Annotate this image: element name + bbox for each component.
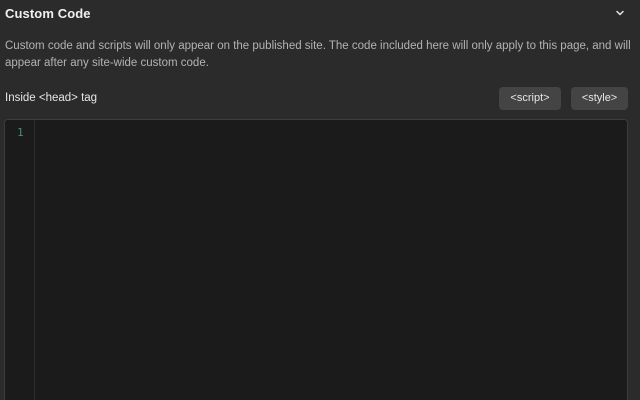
custom-code-panel: Custom Code Custom code and scripts will… xyxy=(0,0,640,400)
insert-script-button[interactable]: <script> xyxy=(499,87,561,110)
section-title: Custom Code xyxy=(5,5,91,21)
head-code-toolbar: Inside <head> tag <script> <style> xyxy=(0,87,640,111)
line-number-gutter: 1 xyxy=(5,120,35,400)
line-number: 1 xyxy=(17,126,24,139)
section-description: Custom code and scripts will only appear… xyxy=(5,40,631,69)
insert-style-button[interactable]: <style> xyxy=(571,87,628,110)
chevron-down-icon[interactable] xyxy=(614,7,626,19)
head-code-label: Inside <head> tag xyxy=(5,92,98,104)
section-header[interactable]: Custom Code xyxy=(0,0,640,26)
code-input-area[interactable] xyxy=(36,120,627,400)
head-code-editor[interactable]: 1 xyxy=(4,119,628,400)
